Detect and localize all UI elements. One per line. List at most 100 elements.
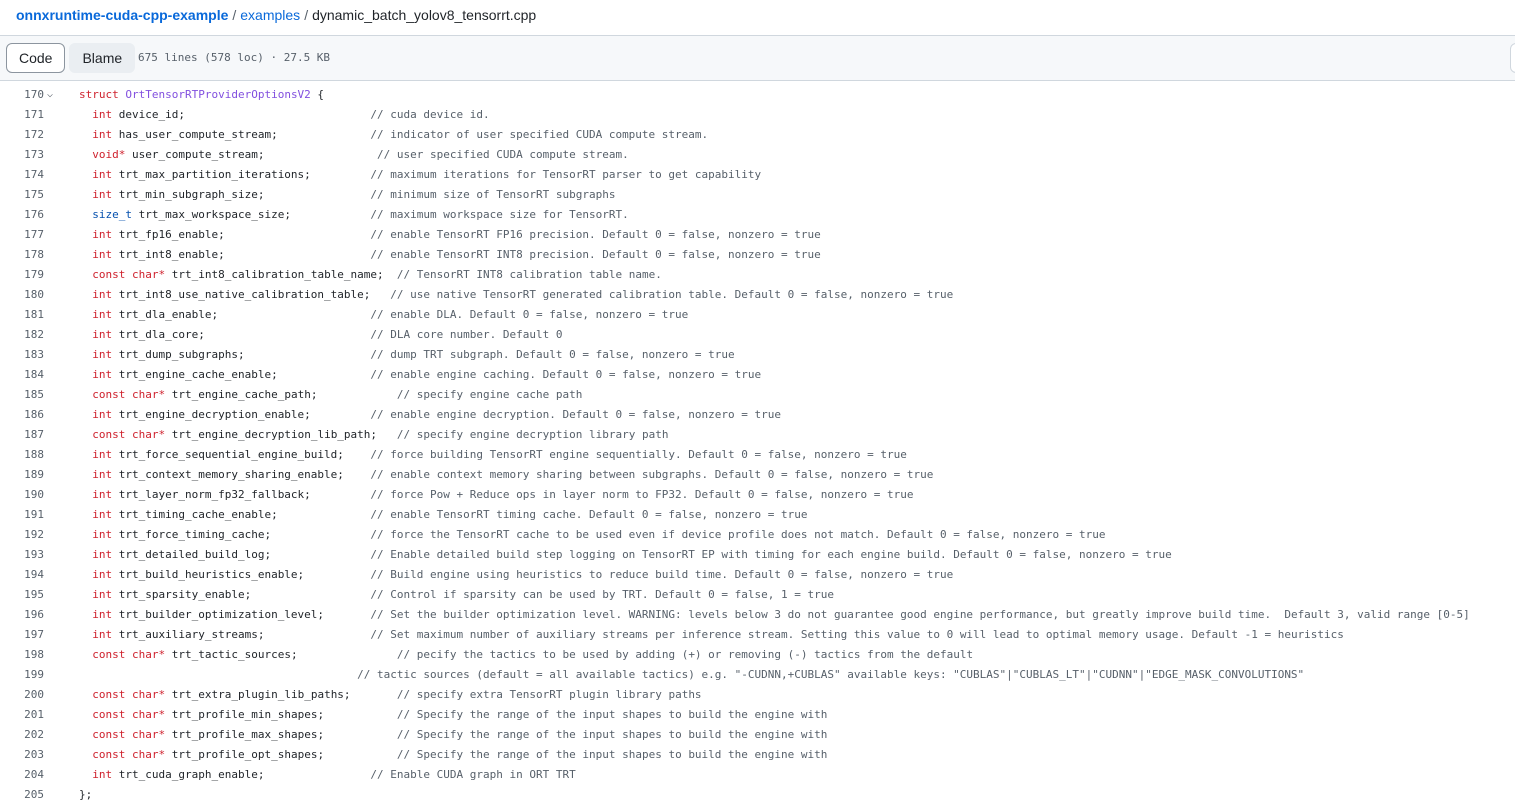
line-number[interactable]: 190 xyxy=(0,485,44,505)
code-text: int trt_dla_enable; // enable DLA. Defau… xyxy=(79,305,688,325)
code-token: const xyxy=(92,268,126,281)
code-token: char xyxy=(132,268,159,281)
line-number[interactable]: 196 xyxy=(0,605,44,625)
line-number[interactable]: 181 xyxy=(0,305,44,325)
code-token: int xyxy=(92,348,113,361)
code-token: // minimum size of TensorRT subgraphs xyxy=(370,188,616,201)
line-number[interactable]: 186 xyxy=(0,405,44,425)
code-token: trt_min_subgraph_size; xyxy=(112,188,371,201)
code-text: void* user_compute_stream; // user speci… xyxy=(79,145,628,165)
code-token: const xyxy=(92,708,126,721)
code-token: // force Pow + Reduce ops in layer norm … xyxy=(370,488,914,501)
code-token: const xyxy=(92,688,126,701)
line-number[interactable]: 200 xyxy=(0,685,44,705)
line-number[interactable]: 174 xyxy=(0,165,44,185)
code-token: // enable engine decryption. Default 0 =… xyxy=(370,408,782,421)
code-token: const xyxy=(92,648,126,661)
toolbar-action-button[interactable] xyxy=(1510,43,1515,73)
line-number[interactable]: 170 xyxy=(0,85,44,105)
code-token: trt_profile_max_shapes; xyxy=(165,728,397,741)
line-number[interactable]: 197 xyxy=(0,625,44,645)
code-text: int trt_force_timing_cache; // force the… xyxy=(79,525,1105,545)
code-token: // TensorRT INT8 calibration table name. xyxy=(396,268,662,281)
line-number[interactable]: 172 xyxy=(0,125,44,145)
line-number[interactable]: 205 xyxy=(0,785,44,805)
line-number[interactable]: 182 xyxy=(0,325,44,345)
line-number[interactable]: 173 xyxy=(0,145,44,165)
code-token: // Set maximum number of auxiliary strea… xyxy=(370,628,1344,641)
code-token: trt_extra_plugin_lib_paths; xyxy=(165,688,397,701)
code-text: const char* trt_extra_plugin_lib_paths; … xyxy=(79,685,701,705)
line-number[interactable]: 184 xyxy=(0,365,44,385)
code-text: const char* trt_engine_decryption_lib_pa… xyxy=(79,425,668,445)
line-number[interactable]: 176 xyxy=(0,205,44,225)
code-text: int trt_dla_core; // DLA core number. De… xyxy=(79,325,562,345)
code-token: // cuda device id. xyxy=(370,108,490,121)
code-token: trt_tactic_sources; xyxy=(165,648,397,661)
code-token: char xyxy=(132,728,159,741)
code-text: // tactic sources (default = all availab… xyxy=(79,665,1304,685)
line-number[interactable]: 178 xyxy=(0,245,44,265)
code-text: const char* trt_int8_calibration_table_n… xyxy=(79,265,662,285)
line-number[interactable]: 185 xyxy=(0,385,44,405)
code-text: const char* trt_engine_cache_path; // sp… xyxy=(79,385,582,405)
code-text: int trt_fp16_enable; // enable TensorRT … xyxy=(79,225,821,245)
line-number[interactable]: 189 xyxy=(0,465,44,485)
line-number[interactable]: 187 xyxy=(0,425,44,445)
line-number[interactable]: 183 xyxy=(0,345,44,365)
line-number[interactable]: 188 xyxy=(0,445,44,465)
code-token: // enable TensorRT timing cache. Default… xyxy=(370,508,808,521)
code-token: int xyxy=(92,188,113,201)
code-token: // specify engine decryption library pat… xyxy=(396,428,669,441)
breadcrumb-separator: / xyxy=(232,7,237,23)
blame-view-button[interactable]: Blame xyxy=(69,43,136,73)
code-token: trt_cuda_graph_enable; xyxy=(112,768,371,781)
line-number[interactable]: 199 xyxy=(0,665,44,685)
code-token: // maximum iterations for TensorRT parse… xyxy=(370,168,762,181)
code-token: const xyxy=(92,748,126,761)
code-token: // pecify the tactics to be used by addi… xyxy=(396,648,974,661)
code-token: int xyxy=(92,568,113,581)
code-text: const char* trt_profile_max_shapes; // S… xyxy=(79,725,827,745)
code-token: trt_timing_cache_enable; xyxy=(112,508,371,521)
line-number[interactable]: 179 xyxy=(0,265,44,285)
line-number[interactable]: 195 xyxy=(0,585,44,605)
line-number[interactable]: 194 xyxy=(0,565,44,585)
line-number[interactable]: 201 xyxy=(0,705,44,725)
code-token: trt_detailed_build_log; xyxy=(112,548,371,561)
chevron-down-icon[interactable]: ⌵ xyxy=(47,85,53,105)
line-number[interactable]: 192 xyxy=(0,525,44,545)
line-number[interactable]: 171 xyxy=(0,105,44,125)
line-number[interactable]: 203 xyxy=(0,745,44,765)
line-number[interactable]: 204 xyxy=(0,765,44,785)
code-token: // Enable CUDA graph in ORT TRT xyxy=(370,768,576,781)
code-token: trt_int8_calibration_table_name; xyxy=(165,268,397,281)
breadcrumb-folder-link[interactable]: examples xyxy=(240,7,300,23)
line-number[interactable]: 175 xyxy=(0,185,44,205)
line-number[interactable]: 191 xyxy=(0,505,44,525)
code-text: const char* trt_tactic_sources; // pecif… xyxy=(79,645,973,665)
line-number[interactable]: 193 xyxy=(0,545,44,565)
line-number[interactable]: 202 xyxy=(0,725,44,745)
line-number[interactable]: 180 xyxy=(0,285,44,305)
code-token: // specify engine cache path xyxy=(396,388,583,401)
code-text: const char* trt_profile_min_shapes; // S… xyxy=(79,705,827,725)
line-number[interactable]: 198 xyxy=(0,645,44,665)
line-number[interactable]: 177 xyxy=(0,225,44,245)
code-view-button[interactable]: Code xyxy=(6,43,66,73)
code-token: int xyxy=(92,548,113,561)
code-token: trt_build_heuristics_enable; xyxy=(112,568,371,581)
file-meta: 675 lines (578 loc) · 27.5 KB xyxy=(138,51,331,64)
breadcrumb-repo-link[interactable]: onnxruntime-cuda-cpp-example xyxy=(16,7,228,23)
